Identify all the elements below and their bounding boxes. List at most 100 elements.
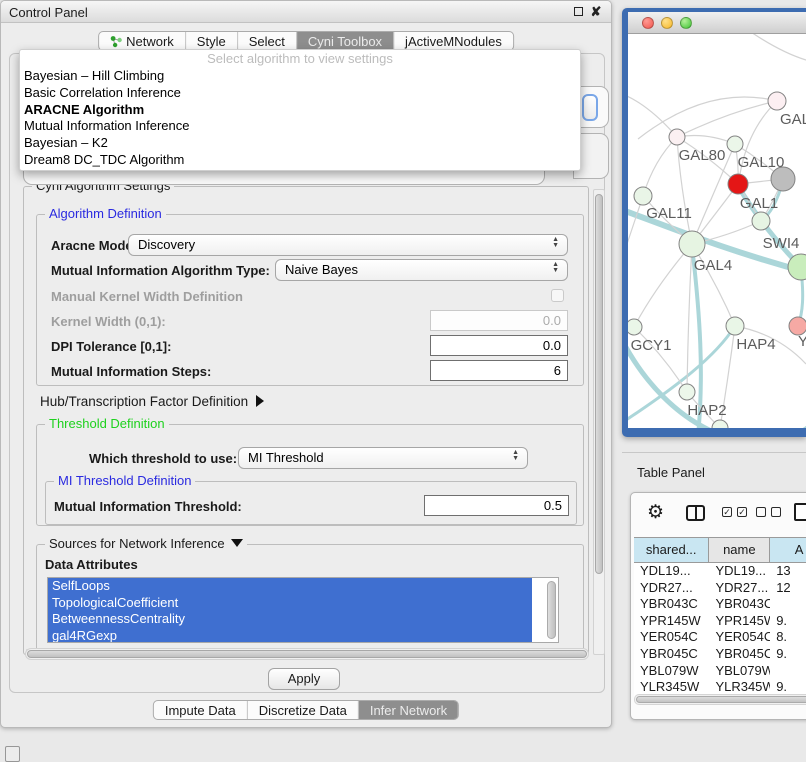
network-node[interactable]	[628, 319, 642, 335]
column-header-name[interactable]: name	[709, 538, 770, 562]
mi-steps-field[interactable]: 6	[430, 360, 568, 381]
algorithm-option-bayesian-k2[interactable]: Bayesian – K2	[20, 135, 580, 152]
table-row[interactable]: YBR045CYBR045C9.	[634, 646, 806, 663]
dpi-tolerance-label: DPI Tolerance [0,1]:	[51, 339, 171, 354]
table-cell: YPR145W	[709, 613, 770, 630]
algorithm-option-bayesian-hill-climbing[interactable]: Bayesian – Hill Climbing	[20, 68, 580, 85]
algorithm-option-dream8-dc-tdc-algorithm[interactable]: Dream8 DC_TDC Algorithm	[20, 152, 580, 169]
table-panel-window: ⚙ ✓ ✓ shared...nameA YDL19...YDL19...13Y…	[630, 492, 806, 720]
algorithm-option-mutual-information-inference[interactable]: Mutual Information Inference	[20, 118, 580, 135]
network-node[interactable]	[634, 187, 652, 205]
table-row[interactable]: YBR043CYBR043C	[634, 596, 806, 613]
network-node[interactable]	[726, 317, 744, 335]
network-edge[interactable]	[628, 94, 677, 137]
hub-tf-definition-toggle[interactable]: Hub/Transcription Factor Definition	[40, 394, 264, 409]
tab-network[interactable]: Network	[99, 32, 186, 50]
algorithm-option-aracne-algorithm[interactable]: ARACNE Algorithm	[20, 102, 580, 119]
table-row[interactable]: YER054CYER054C8.	[634, 629, 806, 646]
settings-vertical-scrollbar[interactable]	[593, 189, 605, 655]
network-tab-icon	[110, 35, 122, 48]
network-node[interactable]	[679, 231, 705, 257]
network-canvas[interactable]: GALGAL80GAL10GAL1GAL11SWI4GAL4GCY1HAP4YH…	[628, 34, 806, 428]
network-svg[interactable]: GALGAL80GAL10GAL1GAL11SWI4GAL4GCY1HAP4YH…	[628, 34, 806, 428]
table-cell: YER054C	[634, 629, 709, 646]
combo-arrows-icon: ▲▼	[552, 237, 559, 249]
tab-cyni-toolbox[interactable]: Cyni Toolbox	[297, 32, 394, 50]
node-label-gal11: GAL11	[646, 205, 692, 222]
gear-icon[interactable]: ⚙	[647, 501, 664, 524]
apply-button[interactable]: Apply	[268, 668, 340, 690]
table-cell: YBR043C	[634, 596, 709, 613]
attribute-item-topologicalcoefficient[interactable]: TopologicalCoefficient	[48, 595, 532, 612]
mi-algorithm-type-combo[interactable]: Naive Bayes ▲▼	[275, 259, 568, 281]
network-edge[interactable]	[634, 244, 692, 327]
document-icon[interactable]	[794, 503, 806, 521]
table-header: shared...nameA	[634, 537, 806, 563]
network-edge[interactable]	[643, 137, 677, 196]
table-row[interactable]: YDR27...YDR27...12	[634, 580, 806, 597]
dock-panel-icon[interactable]	[5, 746, 20, 762]
node-label-hap4: HAP4	[736, 336, 775, 353]
network-view-window: GALGAL80GAL10GAL1GAL11SWI4GAL4GCY1HAP4YH…	[622, 8, 806, 437]
table-row[interactable]: YBL079WYBL079W	[634, 663, 806, 680]
node-label-gal: GAL	[780, 111, 806, 128]
network-node[interactable]	[727, 136, 743, 152]
manual-kernel-label: Manual Kernel Width Definition	[51, 289, 243, 304]
unchecked-checkbox-icon[interactable]	[756, 507, 766, 517]
network-edge[interactable]	[748, 34, 806, 60]
tab-discretize-data[interactable]: Discretize Data	[248, 701, 359, 719]
tab-jactivemnodules[interactable]: jActiveMNodules	[394, 32, 513, 50]
tab-select[interactable]: Select	[238, 32, 297, 50]
mi-steps-label: Mutual Information Steps:	[51, 364, 211, 379]
tab-infer-network[interactable]: Infer Network	[359, 701, 458, 719]
table-cell: YDL19...	[709, 563, 770, 580]
attribute-item-gal4rgexp[interactable]: gal4RGexp	[48, 628, 532, 644]
network-edge[interactable]	[628, 196, 643, 259]
data-attributes-label: Data Attributes	[45, 557, 138, 572]
network-node[interactable]	[768, 92, 786, 110]
table-row[interactable]: YPR145WYPR145W9.	[634, 613, 806, 630]
table-cell: YER054C	[709, 629, 770, 646]
tab-impute-data[interactable]: Impute Data	[154, 701, 248, 719]
tab-style[interactable]: Style	[186, 32, 238, 50]
split-columns-icon[interactable]	[686, 505, 705, 521]
checked-checkbox-icon[interactable]: ✓	[722, 507, 732, 517]
mi-threshold-field[interactable]: 0.5	[424, 495, 569, 516]
float-panel-icon[interactable]	[571, 5, 585, 19]
network-node[interactable]	[728, 174, 748, 194]
network-node[interactable]	[712, 420, 728, 428]
zoom-window-icon[interactable]	[680, 17, 692, 29]
dpi-tolerance-field[interactable]: 0.0	[430, 335, 568, 356]
which-threshold-combo[interactable]: MI Threshold ▲▼	[238, 447, 528, 469]
attribute-item-selfloops[interactable]: SelfLoops	[48, 578, 532, 595]
node-label-y: Y	[798, 333, 806, 350]
algorithm-option-basic-correlation-inference[interactable]: Basic Correlation Inference	[20, 85, 580, 102]
bottom-tab-bar: Impute DataDiscretize DataInfer Network	[153, 700, 459, 720]
aracne-mode-label: Aracne Mode:	[51, 238, 137, 253]
kernel-width-field[interactable]: 0.0	[430, 310, 568, 331]
data-attributes-list[interactable]: SelfLoopsTopologicalCoefficientBetweenne…	[47, 577, 559, 643]
attribute-item-betweennesscentrality[interactable]: BetweennessCentrality	[48, 611, 532, 628]
combo-arrows-icon: ▲▼	[512, 450, 519, 462]
column-header-shared[interactable]: shared...	[634, 538, 709, 562]
network-node[interactable]	[669, 129, 685, 145]
close-panel-icon[interactable]: ✘	[589, 5, 603, 19]
aracne-mode-combo[interactable]: Discovery ▲▼	[128, 234, 568, 256]
network-window-titlebar[interactable]	[628, 12, 806, 34]
list-scrollbar[interactable]	[547, 581, 556, 639]
network-edge[interactable]	[687, 244, 692, 392]
settings-horizontal-scrollbar[interactable]	[25, 648, 589, 660]
column-header-a[interactable]: A	[770, 538, 806, 562]
node-label-swi4: SWI4	[763, 235, 800, 252]
minimize-window-icon[interactable]	[661, 17, 673, 29]
node-label-gal1: GAL1	[740, 195, 778, 212]
network-node[interactable]	[752, 212, 770, 230]
table-row[interactable]: YDL19...YDL19...13	[634, 563, 806, 580]
manual-kernel-checkbox[interactable]	[551, 289, 564, 302]
close-window-icon[interactable]	[642, 17, 654, 29]
unchecked-checkbox-icon[interactable]	[771, 507, 781, 517]
checked-checkbox-icon[interactable]: ✓	[737, 507, 747, 517]
table-horizontal-scrollbar[interactable]	[634, 694, 806, 705]
network-node[interactable]	[679, 384, 695, 400]
table-cell: 13	[770, 563, 806, 580]
